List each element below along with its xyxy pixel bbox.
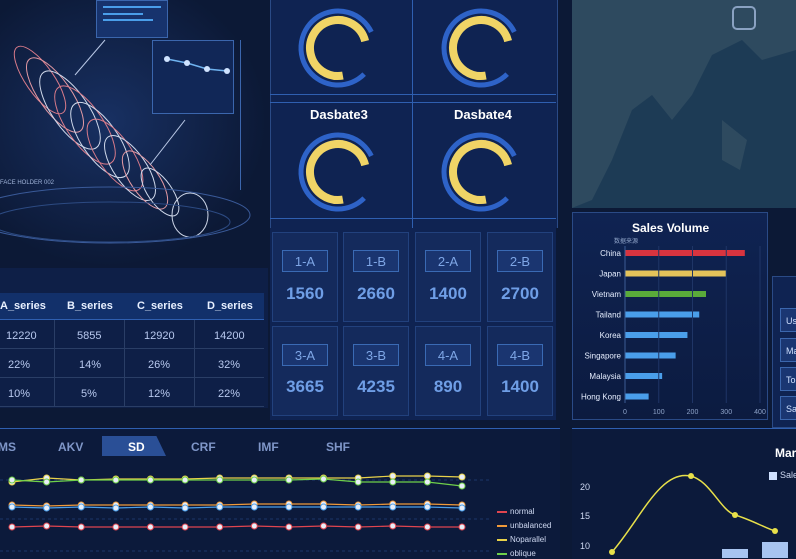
code-value-4b: 1400 xyxy=(501,377,539,396)
code-label-3a: 3-A xyxy=(282,344,328,366)
placeholder-caption: FACE HOLDER 002 xyxy=(0,180,55,186)
legend-swatch xyxy=(497,552,507,555)
scan-icon[interactable] xyxy=(732,6,756,30)
code-value-4a: 890 xyxy=(433,377,463,396)
header-d: D_series xyxy=(207,300,253,312)
sales-volume-title: Sales Volume xyxy=(632,221,710,235)
y-tick-10: 10 xyxy=(580,541,591,551)
code-label-3b: 3-B xyxy=(353,344,399,366)
gauge-label-4: Dasbate4 xyxy=(454,107,512,122)
cell-r0-a: 12220 xyxy=(6,330,37,342)
side-button-us[interactable]: Us xyxy=(780,308,796,332)
code-value-3b: 4235 xyxy=(357,377,395,396)
vertical-scale xyxy=(240,40,249,190)
bottom-panel xyxy=(0,428,560,559)
code-value-1a: 1560 xyxy=(286,284,324,303)
info-card xyxy=(96,0,168,38)
bottom-right-panel xyxy=(572,428,796,559)
sales-volume-panel xyxy=(572,212,768,420)
cell-r1-b: 14% xyxy=(79,359,102,371)
tab-imf[interactable]: IMF xyxy=(258,440,279,454)
tab-akv[interactable]: AKV xyxy=(58,440,83,454)
bottom-right-title: Mar xyxy=(775,446,796,460)
side-button-sa[interactable]: Sa xyxy=(780,396,796,420)
tab-shf[interactable]: SHF xyxy=(326,440,350,454)
code-label-4b: 4-B xyxy=(497,344,543,366)
mini-line-card xyxy=(152,40,234,114)
code-label-4a: 4-A xyxy=(425,344,471,366)
legend-swatch xyxy=(497,538,507,541)
side-button-to[interactable]: To xyxy=(780,367,796,391)
legend-swatch xyxy=(769,471,777,480)
code-label-2a: 2-A xyxy=(425,250,471,272)
cell-r0-d: 14200 xyxy=(214,330,245,342)
tab-crf[interactable]: CRF xyxy=(191,440,216,454)
header-b: B_series xyxy=(67,300,113,312)
code-label-1a: 1-A xyxy=(282,250,328,272)
tab-sd[interactable]: SD xyxy=(128,440,145,454)
sales-volume-subtitle: 数据来源 xyxy=(614,239,639,245)
legend-unbalanced: unbalanced xyxy=(497,521,551,530)
y-tick-20: 20 xyxy=(580,482,591,492)
cell-r2-a: 10% xyxy=(8,388,31,400)
cell-r2-d: 22% xyxy=(218,388,241,400)
cell-r1-a: 22% xyxy=(8,359,31,371)
legend-noparallel: Noparallel xyxy=(497,535,546,544)
cell-r2-c: 12% xyxy=(148,388,171,400)
side-button-ma[interactable]: Ma xyxy=(780,338,796,362)
legend-normal: normal xyxy=(497,507,534,516)
gauge-label-3: Dasbate3 xyxy=(310,107,368,122)
cell-r0-b: 5855 xyxy=(77,330,102,342)
hologram-viewport: FACE HOLDER 002 xyxy=(0,0,268,268)
cell-r1-c: 26% xyxy=(148,359,171,371)
code-value-2b: 2700 xyxy=(501,284,539,303)
header-a: A_series xyxy=(0,300,46,312)
y-tick-15: 15 xyxy=(580,511,591,521)
tab-ms[interactable]: MS xyxy=(0,440,16,454)
legend-swatch xyxy=(497,510,507,513)
code-value-1b: 2660 xyxy=(357,284,395,303)
world-map[interactable] xyxy=(572,0,796,208)
legend-swatch xyxy=(497,524,507,527)
cell-r0-c: 12920 xyxy=(144,330,175,342)
cell-r2-b: 5% xyxy=(81,388,97,400)
cell-r1-d: 32% xyxy=(218,359,241,371)
code-label-2b: 2-B xyxy=(497,250,543,272)
header-c: C_series xyxy=(137,300,183,312)
legend-oblique: oblique xyxy=(497,549,536,558)
code-label-1b: 1-B xyxy=(353,250,399,272)
code-value-2a: 1400 xyxy=(429,284,467,303)
code-value-3a: 3665 xyxy=(286,377,324,396)
bottom-right-legend: Sale xyxy=(769,470,796,480)
